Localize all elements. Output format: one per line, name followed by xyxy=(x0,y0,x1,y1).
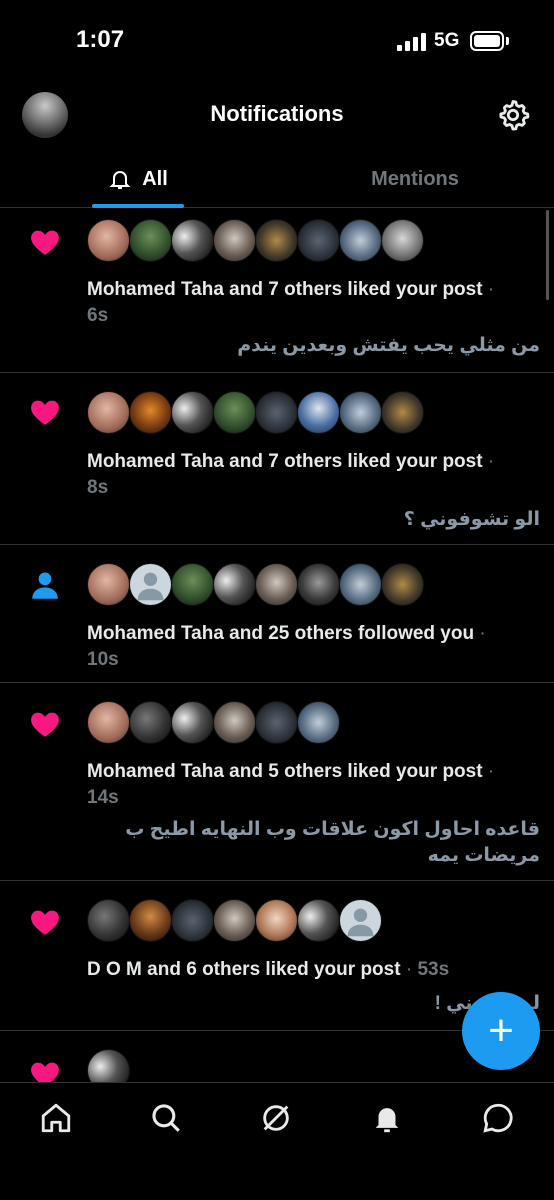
avatar[interactable] xyxy=(297,701,340,744)
avatar[interactable] xyxy=(213,701,256,744)
avatar[interactable] xyxy=(255,391,298,434)
notification-text: Mohamed Taha and 25 others followed you … xyxy=(87,623,486,644)
post-preview: قاعده احاول اكون علاقات وب النهايه اطيح … xyxy=(125,819,540,866)
avatar[interactable] xyxy=(87,219,130,262)
grok-icon[interactable] xyxy=(259,1101,293,1135)
signal-icon xyxy=(397,33,427,51)
avatar[interactable] xyxy=(171,563,214,606)
avatar[interactable] xyxy=(255,899,298,942)
tab-mentions-label: Mentions xyxy=(371,167,459,190)
network-type: 5G xyxy=(434,30,460,51)
avatar[interactable] xyxy=(129,219,172,262)
post-preview: من مثلي يحب يفتش وبعدين يندم xyxy=(237,335,540,356)
avatar[interactable] xyxy=(339,391,382,434)
avatar[interactable] xyxy=(339,219,382,262)
avatar[interactable] xyxy=(297,563,340,606)
avatar[interactable] xyxy=(381,563,424,606)
tab-all-label: All xyxy=(142,167,168,190)
notifications-icon[interactable] xyxy=(370,1101,404,1135)
avatar[interactable] xyxy=(87,701,130,744)
avatar[interactable] xyxy=(255,219,298,262)
avatar-group xyxy=(87,563,424,607)
heart-icon xyxy=(31,910,59,935)
avatar-group xyxy=(87,899,382,943)
avatar[interactable] xyxy=(339,563,382,606)
avatar[interactable] xyxy=(87,391,130,434)
home-icon[interactable] xyxy=(39,1101,73,1135)
heart-icon xyxy=(31,230,59,255)
avatar-group xyxy=(87,701,340,745)
battery-icon xyxy=(470,31,504,51)
avatar[interactable] xyxy=(255,563,298,606)
avatar[interactable] xyxy=(213,219,256,262)
notification-item[interactable]: Mohamed Taha and 7 others liked your pos… xyxy=(0,373,554,545)
avatar[interactable] xyxy=(87,899,130,942)
avatar[interactable] xyxy=(171,899,214,942)
notification-text: D O M and 6 others liked your post · 53s xyxy=(87,959,450,980)
avatar[interactable] xyxy=(381,219,424,262)
search-icon[interactable] xyxy=(149,1101,183,1135)
person-icon xyxy=(32,572,58,599)
notification-time: 8s xyxy=(87,477,109,498)
avatar[interactable] xyxy=(255,701,298,744)
tab-all[interactable]: All xyxy=(92,150,184,208)
notification-text: Mohamed Taha and 5 others liked your pos… xyxy=(87,761,495,782)
avatar[interactable] xyxy=(339,899,382,942)
notification-time: 53s xyxy=(417,959,450,980)
avatar-group xyxy=(87,391,424,435)
plus-icon: + xyxy=(488,1006,514,1055)
avatar[interactable] xyxy=(171,391,214,434)
header: Notifications xyxy=(0,84,554,146)
avatar[interactable] xyxy=(297,899,340,942)
post-preview: الو تشوفوني ؟ xyxy=(403,509,540,530)
avatar[interactable] xyxy=(381,391,424,434)
avatar[interactable] xyxy=(213,899,256,942)
avatar[interactable] xyxy=(297,391,340,434)
notification-list: Mohamed Taha and 7 others liked your pos… xyxy=(0,209,554,1092)
gear-icon[interactable] xyxy=(496,98,530,132)
notification-text: Mohamed Taha and 7 others liked your pos… xyxy=(87,279,495,300)
compose-button[interactable]: + xyxy=(462,992,540,1070)
avatar[interactable] xyxy=(129,391,172,434)
notification-item[interactable]: Mohamed Taha and 7 others liked your pos… xyxy=(0,209,554,373)
notification-item[interactable]: Mohamed Taha and 5 others liked your pos… xyxy=(0,683,554,881)
heart-icon xyxy=(31,712,59,737)
avatar[interactable] xyxy=(213,563,256,606)
tab-bar: All Mentions xyxy=(0,150,554,208)
notification-time: 10s xyxy=(87,649,119,670)
heart-icon xyxy=(31,400,59,425)
active-tab-indicator xyxy=(92,204,184,208)
avatar[interactable] xyxy=(129,899,172,942)
avatar[interactable] xyxy=(297,219,340,262)
avatar[interactable] xyxy=(171,701,214,744)
avatar[interactable] xyxy=(129,563,172,606)
avatar[interactable] xyxy=(213,391,256,434)
messages-icon[interactable] xyxy=(481,1101,515,1135)
notification-text: Mohamed Taha and 7 others liked your pos… xyxy=(87,451,495,472)
page-title: Notifications xyxy=(210,101,344,126)
bottom-nav xyxy=(0,1082,554,1200)
notification-time: 14s xyxy=(87,787,119,808)
avatar-group xyxy=(87,219,424,263)
notification-item[interactable]: Mohamed Taha and 25 others followed you … xyxy=(0,545,554,683)
bell-icon xyxy=(109,171,131,189)
notification-time: 6s xyxy=(87,305,109,326)
status-bar: 1:07 5G xyxy=(0,0,554,84)
avatar[interactable] xyxy=(171,219,214,262)
tab-mentions[interactable]: Mentions xyxy=(340,150,490,208)
status-time: 1:07 xyxy=(76,26,125,53)
avatar[interactable] xyxy=(129,701,172,744)
avatar[interactable] xyxy=(87,563,130,606)
